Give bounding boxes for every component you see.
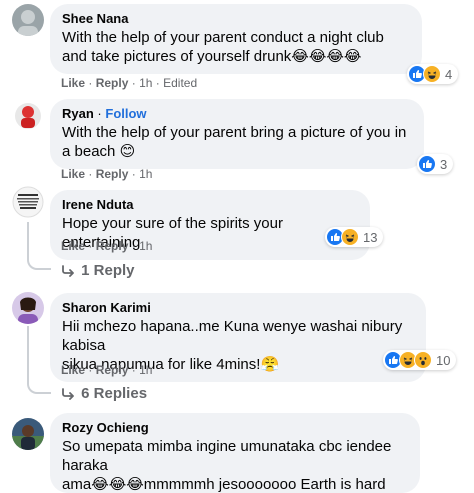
haha-icon xyxy=(341,228,359,246)
like-button[interactable]: Like xyxy=(61,167,85,181)
comment-emojis: 😤 xyxy=(260,356,280,373)
comment-text: With the help of your parent bring a pic… xyxy=(62,123,412,161)
view-replies-link[interactable]: 6 Replies xyxy=(61,385,147,404)
separator: · xyxy=(97,106,102,121)
reactions-summary[interactable]: 10 xyxy=(383,350,457,370)
comment-author[interactable]: Ryan xyxy=(62,106,94,121)
avatar[interactable] xyxy=(12,292,44,324)
separator: · xyxy=(131,363,136,377)
thread-line xyxy=(27,222,51,270)
separator: · xyxy=(131,239,136,253)
comment-emojis: 😊 xyxy=(119,143,136,160)
avatar[interactable] xyxy=(12,100,44,132)
separator: · xyxy=(88,363,93,377)
avatar[interactable] xyxy=(12,418,44,450)
comment-author[interactable]: Sharon Karimi xyxy=(62,300,414,316)
comment-text-body: ama xyxy=(62,476,92,493)
view-replies-link[interactable]: 1 Reply xyxy=(61,262,135,281)
comment-text: With the help of your parent conduct a n… xyxy=(62,28,410,66)
comment-actions: Like · Reply · 1h · Edited xyxy=(61,76,197,90)
reactions-summary[interactable]: 3 xyxy=(417,154,454,174)
timestamp[interactable]: 1h xyxy=(139,76,152,90)
timestamp[interactable]: 1h xyxy=(139,167,152,181)
comment-text-body: With the help of your parent bring a pic… xyxy=(62,124,407,160)
reactions-summary[interactable]: 13 xyxy=(325,227,384,247)
comment-author[interactable]: Shee Nana xyxy=(62,11,410,27)
comment-bubble: Rozy Ochieng So umepata mimba ingine umu… xyxy=(50,413,420,493)
haha-icon xyxy=(423,65,441,83)
reply-button[interactable]: Reply xyxy=(96,76,129,90)
reply-button[interactable]: Reply xyxy=(96,167,129,181)
avatar-image xyxy=(12,4,44,36)
comment-author[interactable]: Irene Nduta xyxy=(62,197,358,213)
comment-emojis: 😂😂😂😂 xyxy=(291,48,362,65)
reply-arrow-icon xyxy=(61,387,77,404)
separator: · xyxy=(131,167,136,181)
comment-actions: Like · Reply · 1h xyxy=(61,167,152,181)
comment-actions: Like · Reply · 1h xyxy=(61,239,152,253)
avatar-image xyxy=(12,418,44,450)
avatar[interactable] xyxy=(12,4,44,36)
reply-arrow-icon xyxy=(61,264,77,281)
comment-author[interactable]: Rozy Ochieng xyxy=(62,420,408,436)
separator: · xyxy=(88,167,93,181)
avatar-image xyxy=(12,292,44,324)
reply-button[interactable]: Reply xyxy=(96,239,129,253)
separator: · xyxy=(155,76,160,90)
separator: · xyxy=(88,239,93,253)
separator: · xyxy=(131,76,136,90)
thread-line xyxy=(27,326,51,394)
wow-icon xyxy=(414,351,432,369)
reaction-count: 4 xyxy=(445,66,453,82)
comment-header: Ryan · Follow xyxy=(62,106,412,122)
avatar-image xyxy=(12,186,44,218)
reaction-count: 10 xyxy=(436,352,451,368)
comment-text-body: mmmmmh jesooooooo Earth is hard xyxy=(143,476,386,493)
like-button[interactable]: Like xyxy=(61,363,85,377)
reaction-count: 3 xyxy=(440,156,448,172)
replies-count-label: 6 Replies xyxy=(81,385,148,402)
replies-count-label: 1 Reply xyxy=(81,262,135,279)
comment-text-line: Hii mchezo hapana..me Kuna wenye washai … xyxy=(62,318,403,354)
follow-button[interactable]: Follow xyxy=(105,106,146,121)
comment-bubble: Ryan · Follow With the help of your pare… xyxy=(50,99,424,169)
avatar-image xyxy=(12,100,44,132)
edited-label: Edited xyxy=(163,76,198,90)
comment-text-line: ama😂😂😂mmmmmh jesooooooo Earth is hard xyxy=(62,475,408,493)
reactions-summary[interactable]: 4 xyxy=(407,64,459,84)
comment-actions: Like · Reply · 1h xyxy=(61,363,152,377)
timestamp[interactable]: 1h xyxy=(139,239,152,253)
avatar[interactable] xyxy=(12,186,44,218)
like-button[interactable]: Like xyxy=(61,76,85,90)
comment-text-line: So umepata mimba ingine umunataka cbc ie… xyxy=(62,438,392,474)
reply-button[interactable]: Reply xyxy=(96,363,129,377)
comment-emojis: 😂😂😂 xyxy=(91,476,144,493)
timestamp[interactable]: 1h xyxy=(139,363,152,377)
reaction-count: 13 xyxy=(363,229,378,245)
comment-text: So umepata mimba ingine umunataka cbc ie… xyxy=(62,437,408,493)
like-icon xyxy=(418,155,436,173)
separator: · xyxy=(88,76,93,90)
like-button[interactable]: Like xyxy=(61,239,85,253)
comment-bubble: Shee Nana With the help of your parent c… xyxy=(50,4,422,74)
